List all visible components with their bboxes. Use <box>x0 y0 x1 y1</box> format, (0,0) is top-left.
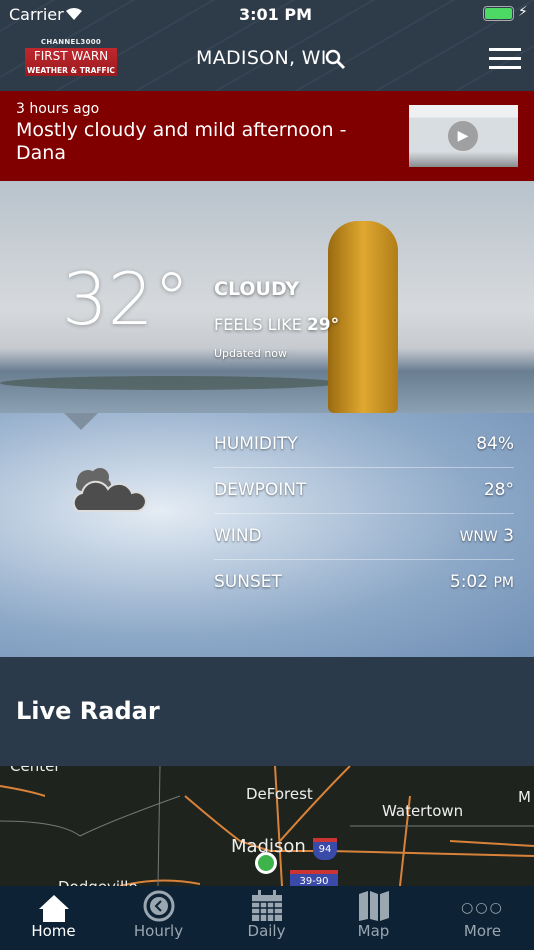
dewpoint-label: DEWPOINT <box>214 480 307 500</box>
humidity-row: HUMIDITY 84% <box>214 422 514 468</box>
wind-speed: 3 <box>503 526 514 546</box>
logo-channel: CHANNEL3000 <box>40 38 102 46</box>
map-label-center: Center <box>10 766 61 775</box>
tab-label: Map <box>357 922 390 940</box>
tab-label: Hourly <box>133 922 184 940</box>
tab-label: Daily <box>247 922 286 940</box>
banner-age: 3 hours ago <box>16 101 100 117</box>
sunset-suffix: PM <box>493 575 514 591</box>
tab-more[interactable]: ○○○ More <box>429 886 534 950</box>
condition: CLOUDY <box>214 278 300 300</box>
sunset-time: 5:02 <box>449 572 489 592</box>
charging-icon: ⚡ <box>518 4 528 20</box>
home-icon <box>38 895 69 922</box>
tab-bar: Home Hourly Daily Map ○○○ More <box>0 886 534 950</box>
location-marker <box>255 852 277 874</box>
radar-header: Live Radar <box>0 657 534 766</box>
map-label-m: M <box>518 788 531 806</box>
updated-text: Updated now <box>214 347 288 360</box>
tab-label: Home <box>31 922 76 940</box>
battery-icon <box>483 6 514 21</box>
sunset-label: SUNSET <box>214 572 282 592</box>
current-conditions: 32° CLOUDY FEELS LIKE 29° Updated now <box>0 181 534 413</box>
wind-direction: WNW <box>459 529 498 545</box>
carrier: Carrier <box>9 5 64 24</box>
notch <box>64 413 98 430</box>
tab-map[interactable]: Map <box>320 886 427 950</box>
temperature: 32° <box>62 257 190 341</box>
search-icon[interactable] <box>325 49 347 71</box>
feels-like-label: FEELS LIKE <box>214 315 302 334</box>
humidity-label: HUMIDITY <box>214 434 298 454</box>
more-dots-icon: ○○○ <box>461 900 504 916</box>
tab-home[interactable]: Home <box>0 886 107 950</box>
radar-map[interactable]: Center DeForest Watertown Madison Dodgev… <box>0 766 534 886</box>
dewpoint-value: 28° <box>483 480 514 500</box>
shoreline <box>0 376 340 390</box>
logo-line1: FIRST WARN <box>33 49 109 63</box>
play-icon: ▶ <box>447 120 479 152</box>
hamburger-menu-icon[interactable] <box>489 48 521 69</box>
map-label-deforest: DeForest <box>246 785 313 803</box>
feels-like-value: 29° <box>306 315 340 335</box>
logo[interactable]: CHANNEL3000 FIRST WARN WEATHER & TRAFFIC <box>25 38 117 77</box>
interstate-shield: 39-90 <box>290 870 338 886</box>
calendar-icon <box>251 890 282 921</box>
news-banner[interactable]: 3 hours ago Mostly cloudy and mild after… <box>0 91 534 181</box>
dewpoint-row: DEWPOINT 28° <box>214 468 514 514</box>
sunset-row: SUNSET 5:02 PM <box>214 560 514 606</box>
map-label-dodgeville: Dodgeville <box>58 878 138 886</box>
radar-title: Live Radar <box>16 697 160 725</box>
wind-label: WIND <box>214 526 262 546</box>
tab-hourly[interactable]: Hourly <box>105 886 212 950</box>
location-title[interactable]: MADISON, WI <box>196 47 327 69</box>
interstate-shield: 94 <box>313 838 337 860</box>
header: Carrier 3:01 PM ⚡ CHANNEL3000 FIRST WARN… <box>0 0 534 91</box>
humidity-value: 84% <box>476 434 514 454</box>
clock: 3:01 PM <box>239 5 313 24</box>
tab-label: More <box>463 922 502 940</box>
wind-row: WIND WNW 3 <box>214 514 514 560</box>
tab-daily[interactable]: Daily <box>213 886 320 950</box>
logo-line2: WEATHER & TRAFFIC <box>27 66 115 75</box>
video-thumbnail[interactable]: ▶ <box>409 105 518 167</box>
wifi-icon <box>66 7 82 20</box>
map-icon <box>358 891 389 921</box>
map-label-watertown: Watertown <box>382 802 464 820</box>
clock-icon <box>143 890 174 922</box>
banner-headline: Mostly cloudy and mild afternoon -Dana <box>16 119 347 164</box>
details-panel: HUMIDITY 84% DEWPOINT 28° WIND WNW 3 SUNSET… <box>0 413 534 657</box>
cloudy-icon <box>72 468 148 513</box>
